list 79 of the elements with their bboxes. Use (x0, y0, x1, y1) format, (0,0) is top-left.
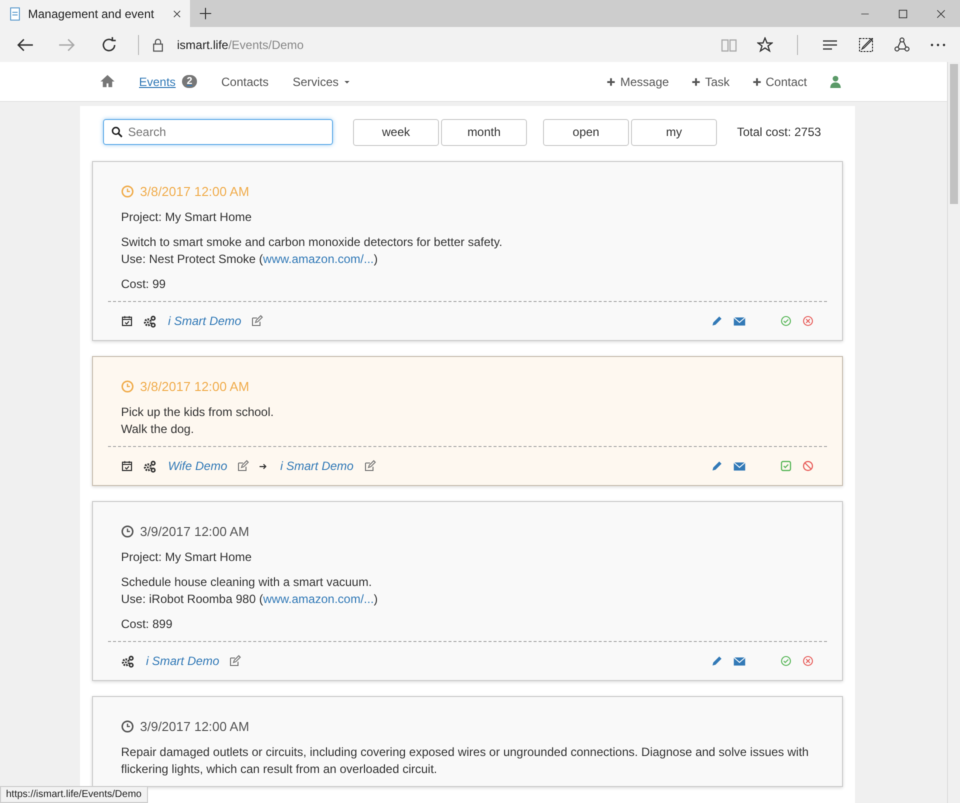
scrollbar-thumb[interactable] (950, 64, 958, 204)
search-icon (111, 126, 123, 138)
page-icon (8, 6, 22, 20)
count-badge: 2 (182, 75, 198, 88)
plus-icon (606, 76, 616, 86)
nav-link[interactable]: Contact (752, 74, 807, 88)
search-field[interactable]: Search (103, 119, 333, 145)
tab-title: Management and event (28, 6, 156, 20)
check-circle-icon[interactable] (780, 655, 792, 667)
maximize-icon[interactable] (898, 8, 908, 18)
event-date: 3/9/2017 12:00 AM (140, 524, 250, 539)
event-date: 3/8/2017 12:00 AM (140, 184, 250, 199)
gears-icon (143, 460, 156, 472)
refresh-icon (100, 36, 118, 54)
address-url[interactable]: ismart.life/Events/Demo (177, 38, 304, 52)
edit-icon[interactable] (237, 460, 250, 472)
check-circle-icon[interactable] (780, 315, 792, 327)
nav-link[interactable]: Task (690, 74, 730, 88)
envelope-icon[interactable] (733, 460, 746, 472)
person-link[interactable]: i Smart Demo (168, 314, 242, 328)
nav-link[interactable]: Message (606, 74, 669, 88)
product-text: Use: iRobot Roomba 980 (www.amazon.com/...) (121, 591, 379, 608)
nav-link[interactable]: Services (292, 74, 351, 88)
filter-button[interactable]: month (441, 118, 527, 146)
description-text: Repair damaged outlets or circuits, including covering exposed wires or ungrounded connections. Diagnose and solve issues with flickering lights, which can result from an overloaded circuit. (121, 744, 810, 778)
clock-icon (121, 720, 134, 733)
filter-button[interactable]: open (543, 118, 629, 146)
edit-icon[interactable] (251, 315, 264, 327)
cancel-circle-icon[interactable] (802, 655, 814, 667)
clock-icon (121, 380, 134, 393)
browser-tab[interactable]: Management and event (0, 0, 190, 27)
nav-link[interactable]: Events 2 (139, 74, 198, 88)
envelope-icon[interactable] (733, 314, 746, 328)
block-icon[interactable] (802, 460, 814, 472)
description-text: Schedule house cleaning with a smart vacuum. (121, 574, 373, 591)
cost-label: Cost: 99 (121, 276, 167, 293)
envelope-icon[interactable] (733, 654, 746, 668)
pencil-icon[interactable] (711, 655, 723, 667)
close-icon[interactable] (172, 8, 182, 18)
description-text: Switch to smart smoke and carbon monoxide detectors for better safety. (121, 234, 504, 251)
lock-icon (151, 38, 165, 52)
plus-icon (690, 76, 701, 86)
clock-icon (121, 525, 134, 538)
event-date: 3/9/2017 12:00 AM (140, 719, 250, 734)
gears-icon (121, 654, 134, 668)
share-icon[interactable] (894, 36, 910, 52)
cancel-circle-icon[interactable] (802, 315, 814, 327)
edit-icon[interactable] (229, 655, 242, 667)
product-link[interactable]: www.amazon.com/... (263, 592, 374, 606)
filter-button[interactable]: week (353, 118, 439, 146)
event-date: 3/8/2017 12:00 AM (140, 379, 250, 394)
star-icon[interactable] (757, 36, 773, 52)
filter-button[interactable]: my (631, 118, 717, 146)
clock-icon (121, 185, 134, 198)
description-text: Walk the dog. (121, 421, 195, 438)
pencil-icon[interactable] (711, 315, 723, 327)
checked-box-icon[interactable] (780, 460, 792, 472)
description-text: Pick up the kids from school. (121, 404, 275, 421)
cost-label: Cost: 899 (121, 616, 174, 633)
pencil-icon[interactable] (711, 460, 723, 472)
project-label: Project: My Smart Home (121, 549, 253, 566)
total-cost: Total cost: 2753 (737, 125, 822, 139)
nav-link[interactable]: Contacts (221, 74, 269, 88)
person-link[interactable]: Wife Demo (168, 459, 228, 473)
status-url-tooltip: https://ismart.life/Events/Demo (0, 786, 148, 803)
product-text: Use: Nest Protect Smoke (www.amazon.com/...) (121, 251, 379, 268)
pen-note-icon[interactable] (858, 36, 874, 52)
close-icon[interactable] (936, 8, 946, 18)
project-label: Project: My Smart Home (121, 209, 253, 226)
arrow-icon (259, 462, 268, 470)
edit-icon[interactable] (364, 460, 376, 472)
person-link[interactable]: i Smart Demo (146, 654, 220, 668)
user-icon[interactable] (829, 74, 842, 89)
plus-icon[interactable] (198, 7, 212, 20)
product-link[interactable]: www.amazon.com/... (263, 252, 374, 266)
gears-icon (143, 314, 156, 328)
plus-icon (752, 76, 762, 86)
home-icon[interactable] (100, 74, 115, 89)
person-link[interactable]: i Smart Demo (280, 459, 354, 473)
